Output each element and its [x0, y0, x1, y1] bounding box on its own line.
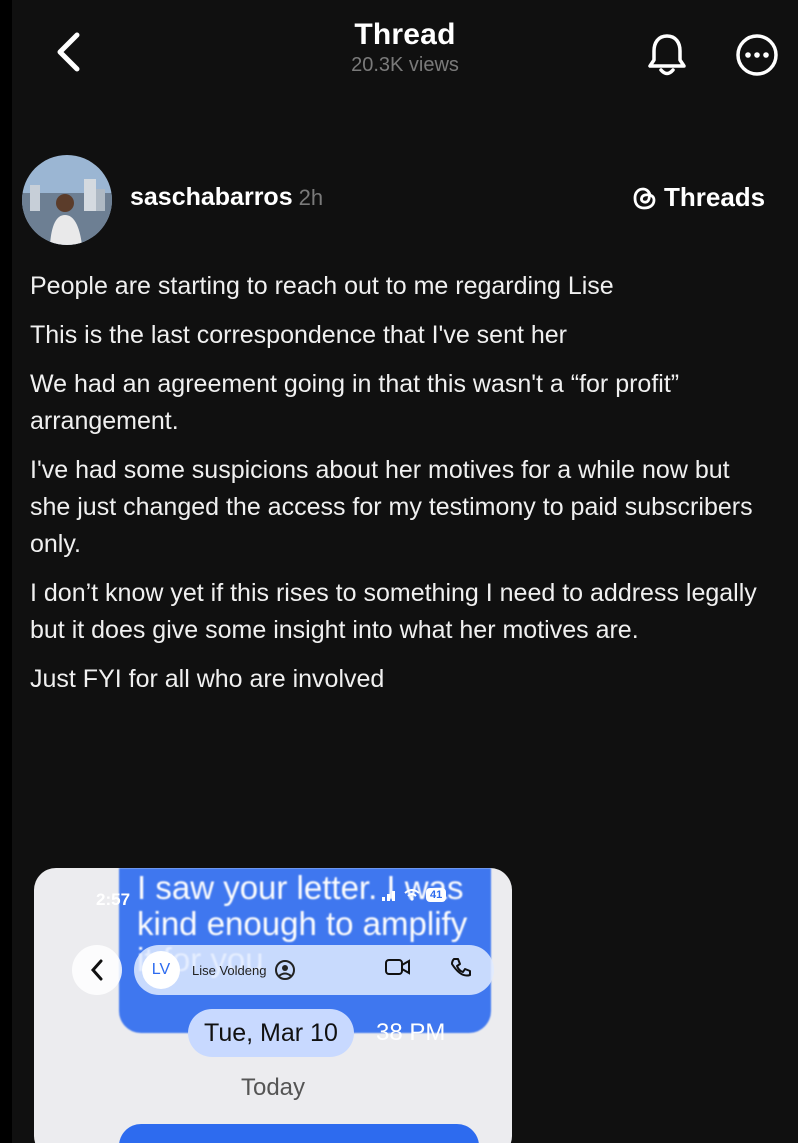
- message-back-button: [72, 945, 122, 995]
- contact-name: Lise Voldeng: [192, 962, 267, 978]
- bell-icon: [648, 34, 686, 76]
- more-options-button[interactable]: [732, 30, 782, 80]
- app-frame: Thread 20.3K views saschabarros 2h Threa…: [0, 0, 798, 1143]
- threads-logo-icon: [633, 187, 656, 209]
- post-paragraph: Just FYI for all who are involved: [30, 665, 385, 693]
- post-paragraph: People are starting to reach out to me r…: [30, 272, 614, 300]
- phone-call-icon: [451, 958, 471, 977]
- notifications-button[interactable]: [644, 30, 690, 78]
- thread-screen: Thread 20.3K views saschabarros 2h Threa…: [12, 0, 798, 1143]
- contact-header: LV Lise Voldeng: [134, 945, 494, 995]
- threads-badge-label: Threads: [664, 182, 766, 212]
- chevron-left-icon: [90, 959, 103, 981]
- author-line: saschabarros 2h: [130, 183, 323, 212]
- message-bubble-partial: [119, 1124, 479, 1143]
- contact-initials: LV: [142, 951, 180, 989]
- attached-screenshot[interactable]: I saw your letter. I was kind enough to …: [34, 868, 512, 1143]
- username[interactable]: saschabarros: [130, 183, 293, 211]
- wifi-icon: [404, 889, 420, 901]
- status-time: 2:57: [96, 890, 131, 909]
- battery-icon: 41: [426, 888, 447, 902]
- post-time: 2h: [298, 185, 324, 210]
- today-label: Today: [240, 1074, 306, 1101]
- person-icon: [275, 960, 296, 980]
- signal-icon: [382, 891, 395, 901]
- post-paragraph: I don’t know yet if this rises to someth…: [30, 579, 757, 644]
- post-paragraph: We had an agreement going in that this w…: [30, 370, 680, 435]
- post-paragraph: I've had some suspicions about her motiv…: [30, 456, 753, 558]
- post-paragraph: This is the last correspondence that I'v…: [30, 321, 567, 349]
- more-icon: [736, 34, 778, 76]
- threads-badge: Threads: [632, 182, 765, 213]
- video-call-icon: [385, 959, 410, 975]
- message-time: 38 PM: [376, 1019, 446, 1046]
- date-label: Tue, Mar 10: [188, 1009, 354, 1057]
- status-icons: 41: [382, 888, 447, 902]
- post-body: People are starting to reach out to me r…: [30, 268, 798, 710]
- avatar[interactable]: [22, 155, 112, 245]
